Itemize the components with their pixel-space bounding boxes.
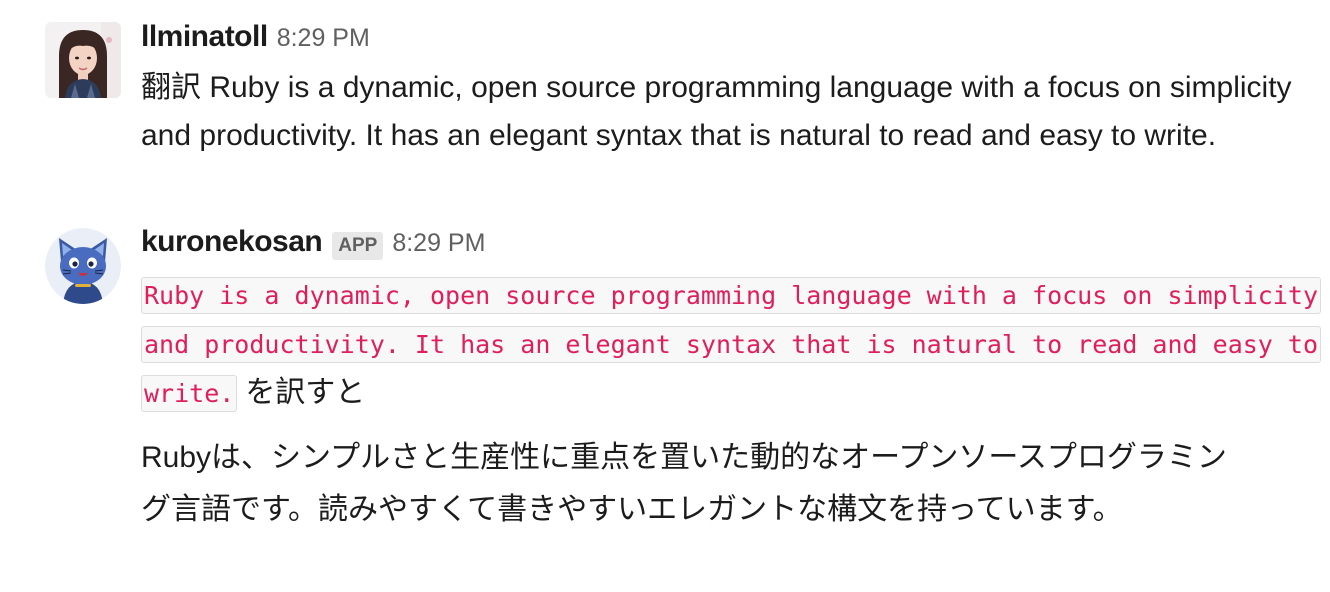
- user-photo-icon: [45, 22, 121, 98]
- message-content: kuronekosan APP 8:29 PM Ruby is a dynami…: [141, 225, 1321, 536]
- message-text: 翻訳 Ruby is a dynamic, open source progra…: [141, 71, 1292, 152]
- timestamp[interactable]: 8:29 PM: [277, 24, 370, 53]
- message-llminatoll: llminatoll 8:29 PM 翻訳 Ruby is a dynamic,…: [0, 0, 1330, 210]
- message-header: kuronekosan APP 8:29 PM: [141, 225, 1321, 265]
- message-header: llminatoll 8:29 PM: [141, 20, 1321, 60]
- timestamp[interactable]: 8:29 PM: [392, 229, 485, 258]
- code-line: Ruby is a dynamic, open source programmi…: [141, 271, 1321, 418]
- username[interactable]: kuronekosan: [141, 225, 323, 259]
- blue-cat-icon: [45, 228, 121, 304]
- app-badge: APP: [332, 232, 384, 260]
- code-suffix: を訳すと: [245, 376, 366, 409]
- translation-text: Rubyは、シンプルさと生産性に重点を置いた動的なオープンソースプログラミング言…: [141, 441, 1227, 526]
- message-content: llminatoll 8:29 PM 翻訳 Ruby is a dynamic,…: [141, 20, 1321, 160]
- username[interactable]: llminatoll: [141, 20, 268, 54]
- user-avatar[interactable]: [45, 22, 121, 98]
- bot-avatar[interactable]: [45, 228, 121, 304]
- message-kuronekosan: kuronekosan APP 8:29 PM Ruby is a dynami…: [0, 210, 1330, 592]
